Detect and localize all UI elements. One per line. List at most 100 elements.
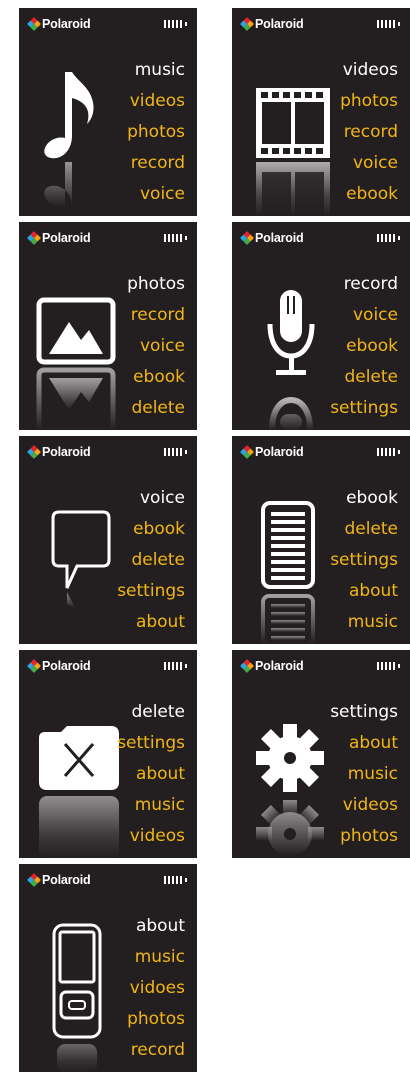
menu-item[interactable]: photos bbox=[127, 117, 185, 148]
photo-icon bbox=[36, 297, 116, 430]
brand-name: Polaroid bbox=[255, 445, 304, 459]
menu-list: voice ebook delete settings about bbox=[117, 483, 185, 638]
menu-item-selected[interactable]: delete bbox=[117, 697, 185, 728]
speech-bubble-icon bbox=[51, 510, 111, 608]
menu-item-selected[interactable]: voice bbox=[117, 483, 185, 514]
delete-folder-icon bbox=[39, 726, 119, 858]
menu-item[interactable]: delete bbox=[127, 393, 185, 424]
brand-logo: Polaroid bbox=[26, 444, 91, 460]
menu-item[interactable]: delete bbox=[330, 362, 398, 393]
menu-item[interactable]: photos bbox=[330, 821, 398, 852]
menu-item[interactable]: record bbox=[127, 300, 185, 331]
menu-item[interactable]: music bbox=[330, 759, 398, 790]
menu-item[interactable]: record bbox=[340, 117, 398, 148]
menu-item[interactable]: ebook bbox=[330, 331, 398, 362]
battery-icon bbox=[163, 234, 187, 242]
menu-list: ebook delete settings about music bbox=[330, 483, 398, 638]
battery-icon bbox=[163, 662, 187, 670]
brand-logo: Polaroid bbox=[239, 16, 304, 32]
menu-list: videos photos record voice ebook bbox=[340, 55, 398, 210]
menu-item-selected[interactable]: music bbox=[127, 55, 185, 86]
gear-icon bbox=[256, 724, 324, 856]
menu-screen-delete: Polaroid delete settings about music vid… bbox=[19, 650, 197, 858]
menu-item[interactable]: ebook bbox=[127, 362, 185, 393]
menu-screen-about: Polaroid about music vidoes photos recor… bbox=[19, 864, 197, 1072]
menu-item[interactable]: music bbox=[127, 942, 185, 973]
menu-item[interactable]: vidoes bbox=[127, 973, 185, 1004]
menu-screen-photos: Polaroid photos record voice ebook delet… bbox=[19, 222, 197, 430]
polaroid-logo-icon bbox=[26, 16, 42, 32]
polaroid-logo-icon bbox=[26, 444, 42, 460]
menu-list: settings about music videos photos bbox=[330, 697, 398, 852]
menu-item[interactable]: settings bbox=[117, 728, 185, 759]
menu-item[interactable]: voice bbox=[330, 300, 398, 331]
menu-list: photos record voice ebook delete bbox=[127, 269, 185, 424]
battery-icon bbox=[376, 662, 400, 670]
battery-icon bbox=[376, 20, 400, 28]
menu-item[interactable]: videos bbox=[117, 821, 185, 852]
brand-logo: Polaroid bbox=[239, 230, 304, 246]
brand-name: Polaroid bbox=[255, 659, 304, 673]
menu-item[interactable]: delete bbox=[330, 514, 398, 545]
menu-screen-music: Polaroid music videos photos record voic… bbox=[19, 8, 197, 216]
menu-screen-ebook: Polaroid ebook delete settings about mus… bbox=[232, 436, 410, 644]
battery-icon bbox=[163, 448, 187, 456]
menu-item-selected[interactable]: photos bbox=[127, 269, 185, 300]
menu-item-selected[interactable]: record bbox=[330, 269, 398, 300]
menu-item[interactable]: music bbox=[117, 790, 185, 821]
microphone-icon bbox=[267, 290, 315, 430]
film-strip-icon bbox=[256, 88, 330, 216]
brand-name: Polaroid bbox=[42, 17, 91, 31]
menu-list: about music vidoes photos record bbox=[127, 911, 185, 1066]
menu-item[interactable]: settings bbox=[330, 393, 398, 424]
brand-name: Polaroid bbox=[42, 445, 91, 459]
menu-item[interactable]: music bbox=[330, 607, 398, 638]
menu-item[interactable]: photos bbox=[340, 86, 398, 117]
brand-logo: Polaroid bbox=[26, 230, 91, 246]
polaroid-logo-icon bbox=[239, 16, 255, 32]
menu-item[interactable]: photos bbox=[127, 1004, 185, 1035]
menu-item[interactable]: delete bbox=[117, 545, 185, 576]
menu-item[interactable]: record bbox=[127, 148, 185, 179]
polaroid-logo-icon bbox=[239, 444, 255, 460]
menu-item[interactable]: voice bbox=[127, 331, 185, 362]
menu-item-selected[interactable]: settings bbox=[330, 697, 398, 728]
menu-item[interactable]: about bbox=[117, 607, 185, 638]
brand-logo: Polaroid bbox=[26, 16, 91, 32]
music-note-icon bbox=[44, 72, 94, 207]
menu-item[interactable]: about bbox=[330, 576, 398, 607]
brand-logo: Polaroid bbox=[239, 444, 304, 460]
menu-item-selected[interactable]: videos bbox=[340, 55, 398, 86]
brand-logo: Polaroid bbox=[26, 872, 91, 888]
brand-name: Polaroid bbox=[42, 231, 91, 245]
menu-screen-settings: Polaroid settings about music videos pho… bbox=[232, 650, 410, 858]
brand-name: Polaroid bbox=[42, 873, 91, 887]
menu-item[interactable]: voice bbox=[127, 179, 185, 210]
menu-item[interactable]: videos bbox=[330, 790, 398, 821]
menu-item[interactable]: videos bbox=[127, 86, 185, 117]
battery-icon bbox=[376, 448, 400, 456]
menu-item[interactable]: settings bbox=[330, 545, 398, 576]
brand-logo: Polaroid bbox=[26, 658, 91, 674]
battery-icon bbox=[163, 876, 187, 884]
menu-item[interactable]: ebook bbox=[340, 179, 398, 210]
menu-screen-record: Polaroid record voice ebook delete setti… bbox=[232, 222, 410, 430]
menu-screen-videos: Polaroid videos photos record voice eboo… bbox=[232, 8, 410, 216]
menu-item-selected[interactable]: about bbox=[127, 911, 185, 942]
menu-item[interactable]: settings bbox=[117, 576, 185, 607]
menu-item[interactable]: ebook bbox=[117, 514, 185, 545]
menu-item-selected[interactable]: ebook bbox=[330, 483, 398, 514]
polaroid-logo-icon bbox=[26, 872, 42, 888]
brand-name: Polaroid bbox=[255, 231, 304, 245]
menu-item[interactable]: about bbox=[330, 728, 398, 759]
menu-item[interactable]: record bbox=[127, 1035, 185, 1066]
brand-name: Polaroid bbox=[255, 17, 304, 31]
polaroid-logo-icon bbox=[239, 658, 255, 674]
polaroid-logo-icon bbox=[239, 230, 255, 246]
menu-item[interactable]: voice bbox=[340, 148, 398, 179]
menu-item[interactable]: about bbox=[117, 759, 185, 790]
polaroid-logo-icon bbox=[26, 230, 42, 246]
menu-list: record voice ebook delete settings bbox=[330, 269, 398, 424]
menu-list: delete settings about music videos bbox=[117, 697, 185, 852]
brand-logo: Polaroid bbox=[239, 658, 304, 674]
